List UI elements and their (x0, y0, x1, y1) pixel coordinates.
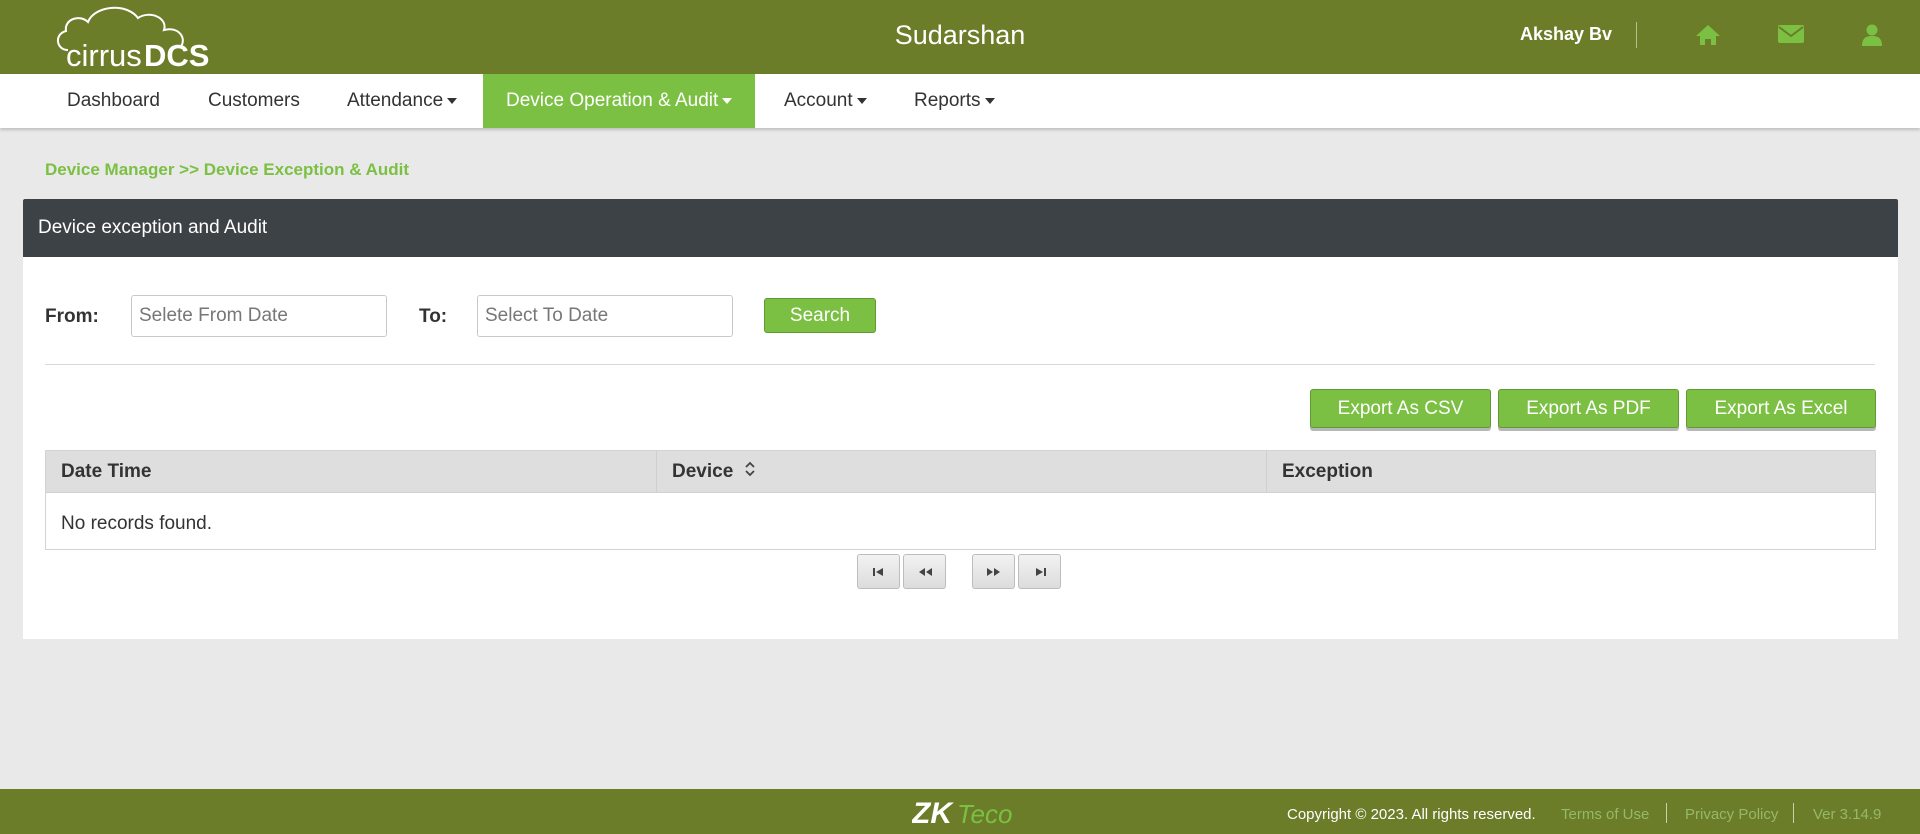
search-button[interactable]: Search (764, 298, 876, 333)
last-page-button[interactable] (1018, 554, 1061, 589)
last-page-icon (1036, 568, 1046, 576)
terms-of-use-link[interactable]: Terms of Use (1561, 806, 1649, 823)
first-page-icon (873, 568, 883, 576)
breadcrumb[interactable]: Device Manager >> Device Exception & Aud… (45, 160, 409, 180)
to-date-input[interactable] (477, 295, 733, 337)
column-header-label: Device (672, 461, 734, 482)
audit-panel: Device exception and Audit From: To: Sea… (23, 199, 1898, 639)
next-page-icon (987, 568, 1000, 576)
from-label: From: (45, 306, 99, 327)
app-title: Sudarshan (894, 20, 1026, 50)
nav-label: Reports (914, 90, 981, 111)
caret-down-icon (447, 97, 458, 104)
empty-message: No records found. (61, 513, 213, 534)
user-icon[interactable] (1861, 24, 1887, 48)
sort-icon[interactable] (744, 451, 755, 492)
next-page-button[interactable] (972, 554, 1015, 589)
column-header-device[interactable]: Device (656, 451, 1266, 492)
prev-page-button[interactable] (903, 554, 946, 589)
nav-label: Attendance (347, 90, 444, 111)
envelope-icon[interactable] (1778, 24, 1804, 48)
nav-label: Customers (208, 90, 300, 111)
main-nav: Dashboard Customers Attendance Device Op… (0, 74, 1920, 128)
version-text: Ver 3.14.9 (1813, 806, 1882, 823)
nav-label: Account (784, 90, 853, 111)
nav-customers[interactable]: Customers (185, 74, 323, 128)
to-label: To: (419, 306, 448, 327)
home-icon[interactable] (1695, 24, 1721, 48)
footer-separator (1666, 803, 1667, 823)
footer-separator (1793, 803, 1794, 823)
nav-label: Dashboard (67, 90, 160, 111)
header-divider (1636, 22, 1637, 48)
nav-dashboard[interactable]: Dashboard (44, 74, 183, 128)
from-date-input[interactable] (131, 295, 387, 337)
nav-account[interactable]: Account (761, 74, 890, 128)
svg-text:ZK: ZK (912, 797, 954, 829)
export-csv-button[interactable]: Export As CSV (1310, 389, 1491, 428)
username[interactable]: Akshay Bv (1520, 24, 1612, 45)
divider (45, 364, 1875, 365)
panel-header: Device exception and Audit (23, 199, 1898, 257)
nav-reports[interactable]: Reports (891, 74, 1018, 128)
copyright-text: Copyright © 2023. All rights reserved. (1287, 806, 1536, 823)
column-header-exception: Exception (1266, 451, 1875, 492)
column-header-date-time: Date Time (61, 461, 152, 482)
nav-device-operation-audit[interactable]: Device Operation & Audit (483, 74, 756, 128)
top-header: cirrus DCS Sudarshan Akshay Bv (0, 0, 1920, 74)
records-table: Date Time Device Exception No records fo… (45, 450, 1876, 550)
footer: ZK Teco Copyright © 2023. All rights res… (0, 789, 1920, 834)
caret-down-icon (984, 97, 995, 104)
first-page-button[interactable] (857, 554, 900, 589)
nav-label: Device Operation & Audit (506, 90, 719, 111)
zkteco-logo: ZK Teco (911, 795, 1032, 834)
nav-attendance[interactable]: Attendance (324, 74, 480, 128)
caret-down-icon (722, 97, 733, 104)
privacy-policy-link[interactable]: Privacy Policy (1685, 806, 1778, 823)
prev-page-icon (919, 568, 932, 576)
caret-down-icon (856, 97, 867, 104)
table-header: Date Time Device Exception (46, 451, 1875, 493)
panel-title: Device exception and Audit (38, 217, 268, 238)
svg-text:Teco: Teco (957, 799, 1012, 829)
export-pdf-button[interactable]: Export As PDF (1498, 389, 1679, 428)
export-excel-button[interactable]: Export As Excel (1686, 389, 1876, 428)
